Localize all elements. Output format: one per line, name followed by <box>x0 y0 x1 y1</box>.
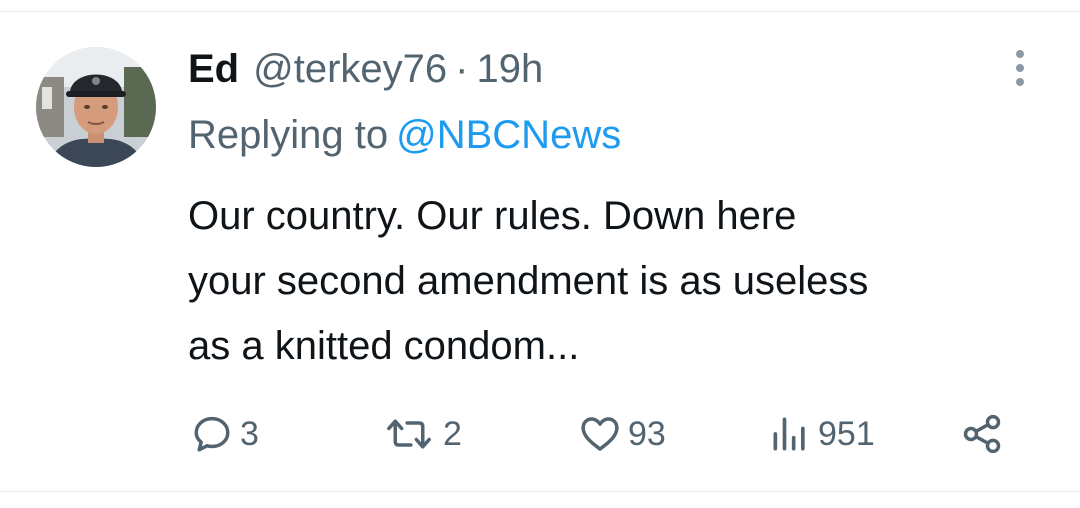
reply-count: 3 <box>240 414 259 453</box>
author-handle[interactable]: @terkey76 <box>253 44 447 94</box>
like-button[interactable]: 93 <box>578 412 666 456</box>
more-options-button[interactable] <box>1002 46 1038 90</box>
share-icon <box>963 414 1001 454</box>
tweet-text: Our country. Our rules. Down here your s… <box>188 194 869 368</box>
retweet-count: 2 <box>443 414 462 453</box>
more-options-icon-dot <box>1016 78 1024 86</box>
views-button[interactable]: 951 <box>768 412 875 456</box>
avatar[interactable] <box>36 47 156 167</box>
avatar-photo <box>36 47 156 167</box>
like-count: 93 <box>628 414 666 453</box>
replying-to-label: Replying to <box>188 113 389 157</box>
views-count: 951 <box>818 414 875 453</box>
heart-icon <box>581 417 619 451</box>
header-separator: · <box>455 47 469 91</box>
views-icon <box>773 417 805 451</box>
bottom-divider <box>0 491 1080 492</box>
reply-icon <box>194 416 230 452</box>
author-name[interactable]: Ed <box>188 44 239 94</box>
tweet-header: Ed @terkey76 · 19h <box>188 44 543 94</box>
retweet-icon <box>387 419 431 449</box>
share-button[interactable] <box>960 412 1004 456</box>
replying-to-handle[interactable]: @NBCNews <box>396 113 621 157</box>
more-options-icon-dot <box>1016 64 1024 72</box>
reply-button[interactable]: 3 <box>190 412 259 456</box>
replying-to-line: Replying to @NBCNews <box>188 110 621 160</box>
tweet-screen: Ed @terkey76 · 19h Replying to @NBCNews O… <box>0 0 1080 508</box>
retweet-button[interactable]: 2 <box>381 412 462 456</box>
action-bar: 3 2 93 951 <box>0 412 1080 456</box>
tweet-timestamp[interactable]: 19h <box>476 44 543 94</box>
top-divider <box>0 11 1080 12</box>
more-options-icon <box>1016 50 1024 58</box>
